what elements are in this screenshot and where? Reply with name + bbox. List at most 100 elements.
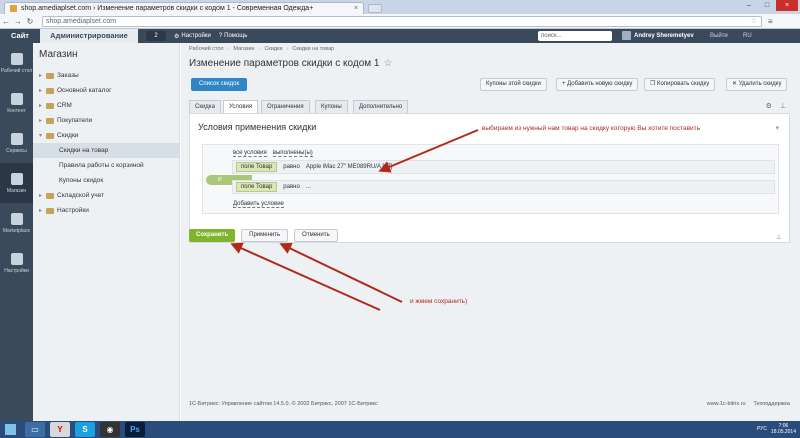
browser-menu-icon[interactable]: ≡ [768, 17, 773, 26]
admin-tab[interactable]: Администрирование [40, 29, 138, 43]
menu-item-label: Основной каталог [57, 87, 112, 94]
search-input[interactable]: поиск... [538, 31, 612, 41]
tab-coupons[interactable]: Купоны [315, 100, 348, 113]
gear-icon[interactable]: ⚙ [766, 102, 772, 110]
page-title: Изменение параметров скидки с кодом 1 ☆ [189, 58, 392, 69]
close-window-button[interactable]: × [776, 0, 798, 11]
add-condition-link[interactable]: Добавить условие [233, 201, 284, 208]
support-link[interactable]: Техподдержка [754, 401, 790, 407]
language-selector[interactable]: RU [743, 33, 752, 39]
breadcrumb-item[interactable]: Рабочий стол [189, 46, 224, 52]
close-tab-icon[interactable]: × [354, 5, 358, 12]
folder-icon [46, 192, 54, 199]
breadcrumb-separator: › [227, 46, 230, 52]
breadcrumb-item[interactable]: Магазин [233, 46, 254, 52]
conditions-panel: Условия применения скидки ▾ все условия … [189, 113, 790, 243]
menu-item-catalog[interactable]: ▸ Основной каталог [33, 83, 179, 98]
delete-discount-button[interactable]: ✕ Удалить скидку [726, 78, 788, 91]
condition-operator[interactable]: равно [283, 164, 300, 170]
menu-item-coupons[interactable]: Купоны скидок [33, 173, 179, 188]
menu-item-discounts[interactable]: ▾ Скидки [33, 128, 179, 143]
sidebar-label: Сервисы [6, 147, 27, 154]
coupons-button[interactable]: Купоны этой скидки [480, 78, 547, 91]
sidebar-item-marketplace[interactable]: Marketplace [0, 203, 33, 243]
menu-item-crm[interactable]: ▸ CRM [33, 98, 179, 113]
menu-item-warehouse[interactable]: ▸ Складской учет [33, 188, 179, 203]
breadcrumb-item[interactable]: Скидки [264, 46, 282, 52]
menu-item-customers[interactable]: ▸ Покупатели [33, 113, 179, 128]
photoshop-icon[interactable]: Ps [125, 422, 145, 437]
window-controls: – □ × [740, 0, 798, 11]
favorite-star-icon[interactable]: ☆ [384, 58, 393, 69]
clock[interactable]: 7:06 18.05.2014 [771, 423, 796, 435]
panel-title: Условия применения скидки [198, 122, 317, 132]
expand-arrow-icon: ▸ [39, 103, 43, 109]
folder-icon [46, 207, 54, 214]
tab-restrictions[interactable]: Ограничения [261, 100, 310, 113]
sidebar-item-content[interactable]: Контент [0, 83, 33, 123]
bitrix-site-link[interactable]: www.1c-bitrix.ru [707, 401, 746, 407]
menu-item-orders[interactable]: ▸ Заказы [33, 68, 179, 83]
url-input[interactable]: shop.amediaplset.com ☆ [42, 15, 762, 27]
yandex-icon[interactable]: Y [50, 422, 70, 437]
logout-link[interactable]: Выйти [710, 33, 728, 39]
explorer-icon[interactable]: ▭ [25, 422, 45, 437]
steam-icon[interactable]: ◉ [100, 422, 120, 437]
expand-arrow-icon: ▸ [39, 208, 43, 214]
condition-operator[interactable]: равно [283, 184, 300, 190]
expand-arrow-icon: ▸ [39, 73, 43, 79]
menu-item-cart-rules[interactable]: Правила работы с корзиной [33, 158, 179, 173]
reload-icon[interactable]: ↻ [24, 17, 36, 26]
discount-list-button[interactable]: Список скидок [191, 78, 248, 91]
pin-icon[interactable]: ⊥ [780, 102, 786, 110]
new-tab-button[interactable] [368, 4, 382, 13]
condition-field[interactable]: поле Товар [236, 182, 278, 192]
condition-value[interactable]: Apple iMac 27" ME089RU/A [17] [306, 164, 393, 170]
condition-value[interactable]: ... [306, 184, 311, 190]
save-button[interactable]: Сохранить [189, 229, 236, 242]
sidebar-label: Настройки [4, 267, 29, 274]
help-link[interactable]: ? Помощь [219, 33, 248, 39]
add-discount-button[interactable]: + Добавить новую скидку [556, 78, 639, 91]
menu-item-label: CRM [57, 102, 72, 109]
menu-item-product-discounts[interactable]: Скидки на товар [33, 143, 179, 158]
back-icon[interactable]: ← [0, 17, 12, 26]
start-button[interactable] [0, 421, 20, 438]
condition-group-header: все условия выполнены(ы) [233, 150, 313, 157]
keyboard-language[interactable]: РУС [757, 426, 767, 432]
collapse-icon[interactable]: ▾ [775, 124, 779, 132]
tab-conditions[interactable]: Условия [223, 100, 259, 113]
fulfilled-toggle[interactable]: выполнены(ы) [272, 150, 313, 157]
sidebar-item-desktop[interactable]: Рабочий стол [0, 43, 33, 83]
forward-icon[interactable]: → [12, 17, 24, 26]
breadcrumb: Рабочий стол › Магазин › Скидки › Скидки на… [189, 46, 334, 52]
maximize-button[interactable]: □ [758, 0, 776, 11]
tab-additional[interactable]: Дополнительно [353, 100, 409, 113]
all-conditions-toggle[interactable]: все условия [233, 150, 267, 157]
user-name: Andrey Sheremetyev [634, 32, 694, 39]
browser-tab[interactable]: shop.amediaplset.com › Изменение парамет… [4, 2, 364, 14]
condition-field[interactable]: поле Товар [236, 162, 278, 172]
notifications-badge[interactable]: 2 [146, 31, 166, 41]
avatar [622, 31, 631, 40]
breadcrumb-item[interactable]: Скидки на товар [292, 46, 334, 52]
cancel-button[interactable]: Отменить [294, 229, 338, 242]
toolbar: Список скидок Купоны этой скидки + Добав… [189, 78, 790, 92]
site-tab[interactable]: Сайт [0, 29, 40, 43]
user-menu[interactable]: Andrey Sheremetyev [622, 31, 694, 40]
copy-discount-button[interactable]: ❐ Копировать скидку [644, 78, 716, 91]
sidebar-item-shop[interactable]: Магазин [0, 163, 33, 203]
apply-button[interactable]: Применить [241, 229, 289, 242]
minimize-button[interactable]: – [740, 0, 758, 11]
page-title-text: Изменение параметров скидки с кодом 1 [189, 58, 380, 69]
menu-title: Магазин [39, 49, 78, 60]
bookmark-star-icon[interactable]: ☆ [751, 17, 757, 25]
skype-icon[interactable]: S [75, 422, 95, 437]
tab-discount[interactable]: Скидка [189, 100, 221, 113]
sidebar-item-services[interactable]: Сервисы [0, 123, 33, 163]
menu-item-settings[interactable]: ▸ Настройки [33, 203, 179, 218]
pin-icon[interactable]: ⊥ [776, 233, 782, 241]
settings-link[interactable]: ⚙ Настройки [174, 33, 211, 40]
sidebar-item-settings[interactable]: Настройки [0, 243, 33, 283]
sidebar-label: Контент [7, 107, 26, 114]
